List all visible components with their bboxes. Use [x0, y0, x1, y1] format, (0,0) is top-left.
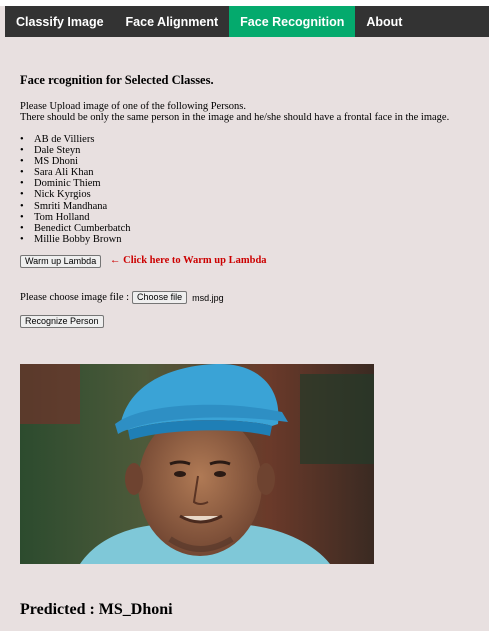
list-item: Dominic Thiem	[20, 178, 131, 189]
list-item: Benedict Cumberbatch	[20, 223, 131, 234]
list-item: Tom Holland	[20, 212, 131, 223]
choose-file-label: Please choose image file :	[20, 292, 130, 303]
nav-classify-image[interactable]: Classify Image	[5, 6, 115, 37]
instructions: Please Upload image of one of the follow…	[20, 101, 449, 123]
list-item: Sara Ali Khan	[20, 167, 131, 178]
list-item: Dale Steyn	[20, 145, 131, 156]
instruction-line-1: Please Upload image of one of the follow…	[20, 101, 246, 112]
nav-face-alignment[interactable]: Face Alignment	[115, 6, 230, 37]
nav-face-recognition[interactable]: Face Recognition	[229, 6, 356, 37]
list-item: MS Dhoni	[20, 156, 131, 167]
persons-list: AB de Villiers Dale Steyn MS Dhoni Sara …	[20, 134, 131, 245]
nav-about[interactable]: About	[355, 6, 413, 37]
uploaded-photo	[20, 364, 374, 564]
top-navigation: Classify Image Face Alignment Face Recog…	[5, 6, 489, 37]
choose-file-button[interactable]: Choose file	[132, 291, 188, 304]
prediction-result: Predicted : MS_Dhoni	[20, 601, 173, 618]
list-item: Nick Kyrgios	[20, 189, 131, 200]
warm-up-lambda-button[interactable]: Warm up Lambda	[20, 255, 102, 268]
instruction-line-2: There should be only the same person in …	[20, 112, 450, 123]
warm-up-hint: ← Click here to Warm up Lambda	[110, 255, 267, 266]
list-item: AB de Villiers	[20, 134, 131, 145]
file-chooser-row: Please choose image file : Choose file m…	[20, 291, 224, 304]
selected-file-name: msd.jpg	[192, 292, 224, 303]
page-heading: Face rcognition for Selected Classes.	[20, 73, 214, 87]
recognize-person-button[interactable]: Recognize Person	[20, 315, 104, 328]
list-item: Millie Bobby Brown	[20, 234, 131, 245]
list-item: Smriti Mandhana	[20, 201, 131, 212]
